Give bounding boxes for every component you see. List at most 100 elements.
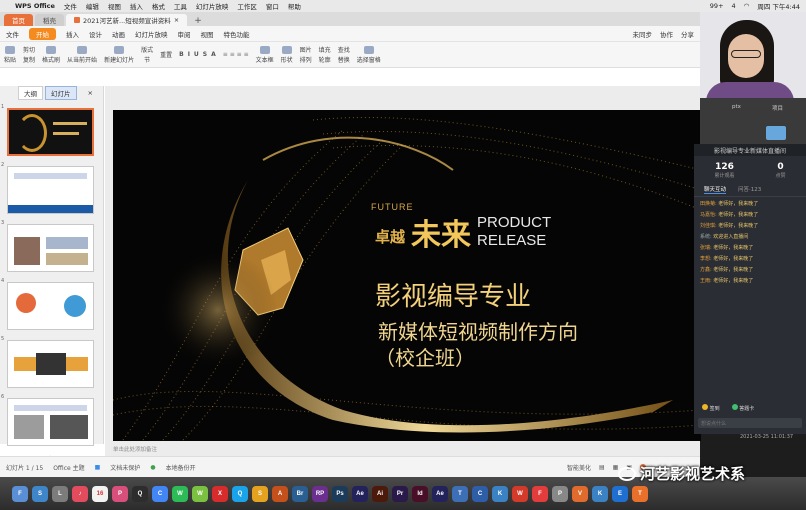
tab-docer[interactable]: 稻壳 xyxy=(35,14,64,26)
dock-app-icon[interactable]: T xyxy=(632,485,648,502)
dock-app-icon[interactable]: P xyxy=(112,485,128,502)
ribbon-tab-view[interactable]: 视图 xyxy=(201,29,214,39)
theme-name[interactable]: Office 主题 xyxy=(53,463,84,472)
tab-chat[interactable]: 聊天互动 xyxy=(704,185,727,194)
picture-button[interactable]: 图片 排列 xyxy=(300,45,312,64)
shape-button[interactable]: 形状 xyxy=(281,45,293,64)
dock-app-icon[interactable]: W xyxy=(192,485,208,502)
slide-thumb-1[interactable] xyxy=(7,108,94,156)
file-name[interactable]: ptx xyxy=(732,104,741,110)
dock-app-icon[interactable]: Id xyxy=(412,485,428,502)
dock-app-icon[interactable]: Q xyxy=(132,485,148,502)
dock-app-icon[interactable]: W xyxy=(512,485,528,502)
beautify-button[interactable]: 智能美化 xyxy=(567,463,591,472)
dock-app-icon[interactable]: T xyxy=(452,485,468,502)
dock-app-icon[interactable]: S xyxy=(252,485,268,502)
close-panel-icon[interactable]: × xyxy=(83,88,98,98)
font-color-button[interactable]: A xyxy=(211,51,216,58)
menu-file[interactable]: 文件 xyxy=(64,1,77,11)
menu-help[interactable]: 帮助 xyxy=(288,1,301,11)
clock[interactable]: 周四 下午4:44 xyxy=(757,1,800,11)
answer-card-button[interactable]: 答题卡 xyxy=(731,404,754,412)
dock-app-icon[interactable]: E xyxy=(612,485,628,502)
share-button[interactable]: 分享 xyxy=(681,29,694,39)
textbox-button[interactable]: 文本框 xyxy=(256,45,274,64)
menu-workspace[interactable]: 工作区 xyxy=(237,1,257,11)
folder-name[interactable]: 项目 xyxy=(772,104,783,112)
dock-app-icon[interactable]: Ae xyxy=(432,485,448,502)
app-name[interactable]: WPS Office xyxy=(15,2,55,10)
sync-status[interactable]: 未同步 xyxy=(633,29,653,39)
new-slide-button[interactable]: 新建幻灯片 xyxy=(104,45,134,64)
slide-thumb-6[interactable] xyxy=(7,398,94,446)
italic-button[interactable]: I xyxy=(188,51,190,58)
new-tab-button[interactable]: + xyxy=(189,16,207,26)
ribbon-file[interactable]: 文件 xyxy=(6,29,19,39)
dock-app-icon[interactable]: W xyxy=(172,485,188,502)
dock-app-icon[interactable]: A xyxy=(272,485,288,502)
menu-window[interactable]: 窗口 xyxy=(266,1,279,11)
dock-app-icon[interactable]: K xyxy=(592,485,608,502)
dock-app-icon[interactable]: V xyxy=(572,485,588,502)
protect-status[interactable]: 文档未保护 xyxy=(110,463,140,472)
collab-button[interactable]: 协作 xyxy=(660,29,673,39)
play-from-current-button[interactable]: 从当前开始 xyxy=(67,45,97,64)
close-icon[interactable]: × xyxy=(174,16,179,24)
menu-edit[interactable]: 编辑 xyxy=(86,1,99,11)
selection-pane-button[interactable]: 选择窗格 xyxy=(357,45,381,64)
dock-app-icon[interactable]: X xyxy=(212,485,228,502)
format-painter-button[interactable]: 格式刷 xyxy=(42,45,60,64)
slide-thumb-3[interactable] xyxy=(7,224,94,272)
dock-app-icon[interactable]: S xyxy=(32,485,48,502)
dock-app-icon[interactable]: F xyxy=(532,485,548,502)
ribbon-tab-review[interactable]: 审阅 xyxy=(178,29,191,39)
current-slide[interactable]: FUTURE 卓越 未来 PRODUCT RELEASE 影视编导专业 新媒体短… xyxy=(113,110,701,441)
ribbon-tab-insert[interactable]: 插入 xyxy=(66,29,79,39)
ribbon-tab-features[interactable]: 特色功能 xyxy=(224,29,250,39)
ribbon-tab-start[interactable]: 开始 xyxy=(29,27,56,40)
folder-icon[interactable] xyxy=(766,126,786,140)
tab-slides[interactable]: 幻灯片 xyxy=(45,86,77,100)
wechat-badge[interactable]: 99+ xyxy=(710,2,724,10)
dock-app-icon[interactable]: C xyxy=(472,485,488,502)
align-icons[interactable]: ≡ ≡ ≡ ≡ xyxy=(223,51,249,58)
dock-app-icon[interactable]: Br xyxy=(292,485,308,502)
strike-button[interactable]: S xyxy=(203,51,207,58)
tab-qa[interactable]: 问答·123 xyxy=(738,185,761,194)
dock-app-icon[interactable]: C xyxy=(152,485,168,502)
ribbon-tab-animation[interactable]: 动画 xyxy=(112,29,125,39)
slide-title[interactable]: 影视编导专业 xyxy=(375,276,531,313)
dock-app-icon[interactable]: Ae xyxy=(352,485,368,502)
notification-badge[interactable]: 4 xyxy=(732,2,736,10)
dock-app-icon[interactable]: RP xyxy=(312,485,328,502)
menu-slideshow[interactable]: 幻灯片放映 xyxy=(196,1,229,11)
tab-document[interactable]: 2021河艺新...短视频宣讲资料 × xyxy=(66,14,188,26)
dock-app-icon[interactable]: Pr xyxy=(392,485,408,502)
dock-app-icon[interactable]: L xyxy=(52,485,68,502)
underline-button[interactable]: U xyxy=(194,51,199,58)
slide-subtitle-2[interactable]: （校企班） xyxy=(375,342,475,371)
menu-insert[interactable]: 插入 xyxy=(130,1,143,11)
paste-button[interactable]: 粘贴 xyxy=(4,45,16,64)
menu-tools[interactable]: 工具 xyxy=(174,1,187,11)
slide-subtitle[interactable]: 新媒体短视频制作方向 xyxy=(378,316,578,345)
dock-app-icon[interactable]: 16 xyxy=(92,485,108,502)
fill-button[interactable]: 填充 轮廓 xyxy=(319,45,331,64)
dock-app-icon[interactable]: P xyxy=(552,485,568,502)
tab-home[interactable]: 首页 xyxy=(4,14,33,26)
ribbon-tab-slideshow[interactable]: 幻灯片放映 xyxy=(135,29,168,39)
ribbon-tab-design[interactable]: 设计 xyxy=(89,29,102,39)
find-button[interactable]: 查找 替换 xyxy=(338,45,350,64)
layout-button[interactable]: 版式节 xyxy=(141,45,153,64)
menu-format[interactable]: 格式 xyxy=(152,1,165,11)
slide-thumb-4[interactable] xyxy=(7,282,94,330)
bold-button[interactable]: B xyxy=(179,51,184,58)
chat-input[interactable]: 想说点什么 xyxy=(698,418,802,428)
dock-app-icon[interactable]: Ai xyxy=(372,485,388,502)
checkin-button[interactable]: 签到 xyxy=(702,404,720,412)
notes-field[interactable]: 单击此处添加备注 xyxy=(105,441,700,456)
menu-view[interactable]: 视图 xyxy=(108,1,121,11)
slide-thumb-2[interactable] xyxy=(7,166,94,214)
copy-label[interactable]: 复制 xyxy=(23,55,35,64)
slide-thumb-5[interactable] xyxy=(7,340,94,388)
